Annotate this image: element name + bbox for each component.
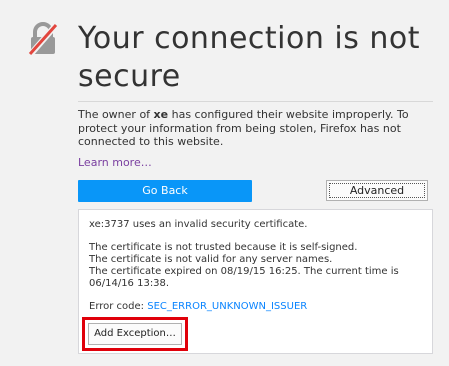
learn-more-link[interactable]: Learn more… xyxy=(78,156,152,169)
error-code-line: Error code: SEC_ERROR_UNKNOWN_ISSUER xyxy=(89,301,422,313)
site-name: xe xyxy=(153,108,169,121)
details-reason: The certificate is not trusted because i… xyxy=(89,242,358,253)
description-text-before: The owner of xyxy=(78,108,154,121)
error-page: Your connection is not secure The owner … xyxy=(0,0,449,366)
advanced-button[interactable]: Advanced xyxy=(326,180,428,201)
error-code-label: Error code: xyxy=(89,301,148,312)
error-description: The owner of xe has configured their web… xyxy=(78,108,434,149)
error-code-link[interactable]: SEC_ERROR_UNKNOWN_ISSUER xyxy=(147,301,307,312)
title-divider xyxy=(78,101,433,102)
details-reason: The certificate is not valid for any ser… xyxy=(89,254,333,265)
details-summary: xe:3737 uses an invalid security certifi… xyxy=(89,219,308,230)
add-exception-button[interactable]: Add Exception… xyxy=(88,323,182,345)
details-reason: The certificate expired on 08/19/15 16:2… xyxy=(89,266,399,289)
broken-lock-icon xyxy=(26,22,60,57)
go-back-button[interactable]: Go Back xyxy=(78,180,252,202)
page-title: Your connection is not secure xyxy=(78,21,421,94)
